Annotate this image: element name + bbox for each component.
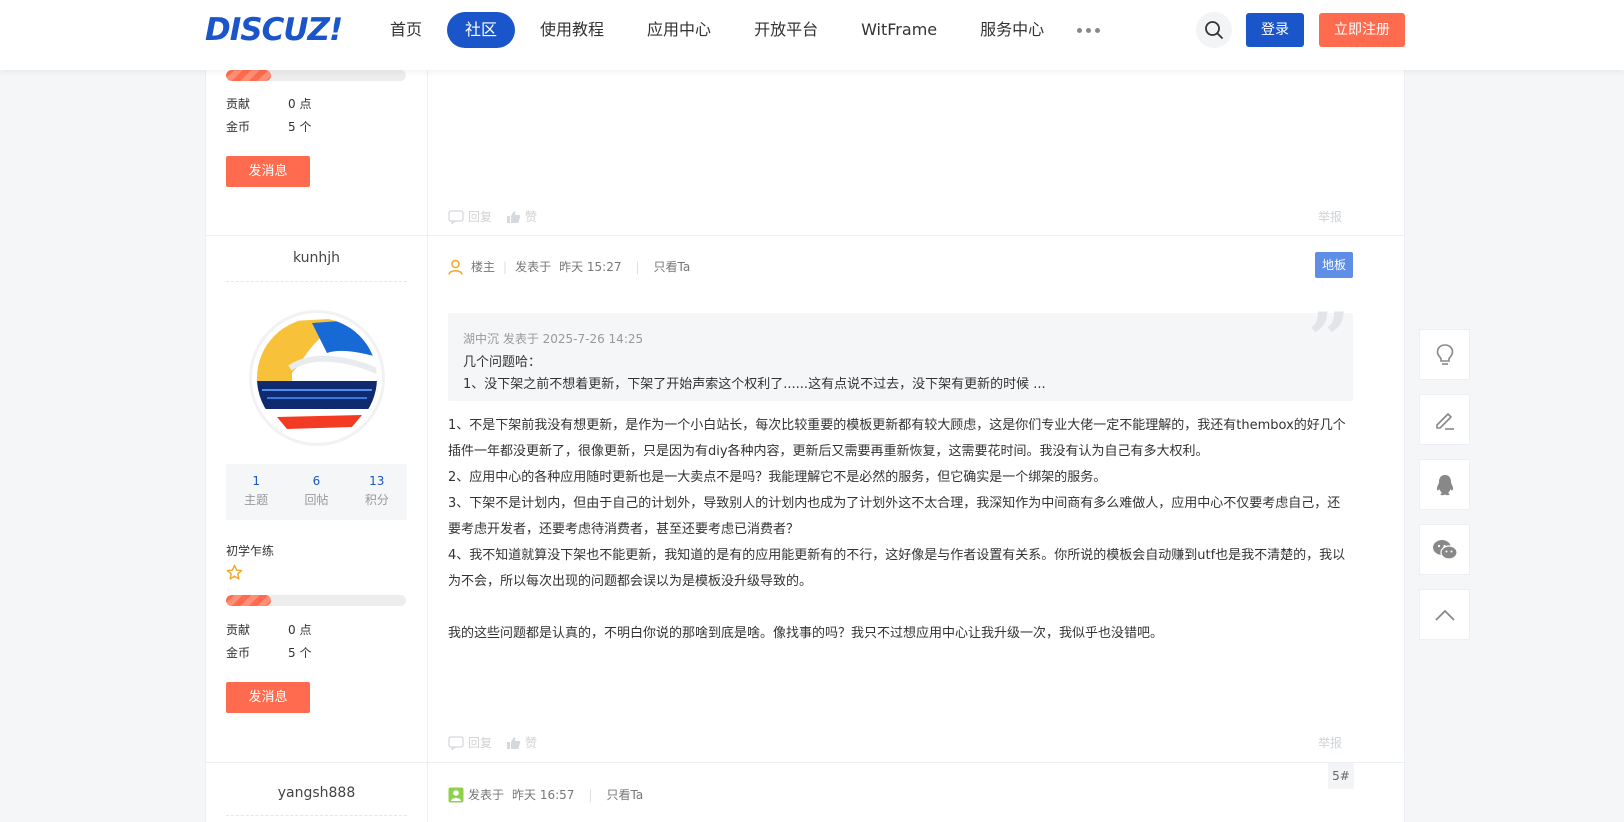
only-view-author-link[interactable]: 只看Ta <box>606 786 643 803</box>
only-view-author-link[interactable]: 只看Ta <box>654 258 691 275</box>
qq-icon <box>1436 474 1453 495</box>
post-body: 1、不是下架前我没有想更新，是作为一个小白站长，每次比较重要的模板更新都有较大顾… <box>448 413 1353 647</box>
quote-header[interactable]: 湖中沉 发表于 2025-7-26 14:25 <box>463 330 643 347</box>
divider <box>226 815 407 816</box>
login-button[interactable]: 登录 <box>1246 13 1304 47</box>
user-rank: 初学乍练 <box>226 544 275 558</box>
search-button[interactable] <box>1196 12 1232 48</box>
like-button[interactable]: 赞 <box>506 208 537 225</box>
author-name[interactable]: yangsh888 <box>206 785 427 801</box>
post-time: 昨天 15:27 <box>559 260 622 274</box>
user-badge-icon <box>448 787 464 802</box>
stat-threads[interactable]: 1 主题 <box>226 464 286 520</box>
wechat-icon <box>1432 539 1458 560</box>
more-icon[interactable] <box>1073 12 1103 48</box>
report-link[interactable]: 举报 <box>1318 208 1342 225</box>
post-paragraph: 2、应用中心的各种应用随时更新也是一大卖点不是吗？我能理解它不是必然的服务，但它… <box>448 470 1107 485</box>
post-actions: 回复 赞 <box>448 734 551 751</box>
thumbs-up-icon <box>507 736 521 749</box>
thread-container: 贡献 0 点 金币 5 个 发消息 回复 赞 举报 kunhjh 1 主题 6 … <box>205 70 1406 822</box>
stat-coins: 金币 5 个 <box>226 646 312 660</box>
level-progress-bar <box>226 595 406 606</box>
level-progress-bar <box>226 70 406 81</box>
report-link[interactable]: 举报 <box>1318 734 1342 751</box>
nav-item-tutorials[interactable]: 使用教程 <box>522 12 622 48</box>
site-header: DISCUZ! 首页 社区 使用教程 应用中心 开放平台 WitFrame 服务… <box>0 0 1624 70</box>
back-to-top-button[interactable] <box>1419 589 1470 640</box>
floating-toolbar <box>1419 329 1470 654</box>
post-time: 昨天 16:57 <box>512 788 575 802</box>
floor-number[interactable]: 5# <box>1328 763 1354 789</box>
nav-item-home[interactable]: 首页 <box>372 12 440 48</box>
thumbs-up-icon <box>507 210 521 223</box>
stat-points[interactable]: 13 积分 <box>347 464 407 520</box>
op-label: 楼主 <box>471 260 496 274</box>
post-paragraph: 1、不是下架前我没有想更新，是作为一个小白站长，每次比较重要的模板更新都有较大顾… <box>448 418 1346 459</box>
chevron-up-icon <box>1434 609 1455 621</box>
author-icon <box>448 259 463 275</box>
site-logo[interactable]: DISCUZ! <box>205 12 343 48</box>
nav-item-community[interactable]: 社区 <box>447 12 516 48</box>
avatar[interactable] <box>252 313 382 443</box>
qq-button[interactable] <box>1419 459 1470 510</box>
lightbulb-icon <box>1436 343 1453 365</box>
quote-line: 几个问题哈： <box>463 355 542 370</box>
user-stats-box: 1 主题 6 回帖 13 积分 <box>226 464 407 520</box>
floor-badge[interactable]: 地板 <box>1315 252 1353 278</box>
post-paragraph: 3、下架不是计划内，但由于自己的计划外，导致别人的计划内也成为了计划外这不太合理… <box>448 496 1341 537</box>
comment-icon <box>448 209 464 224</box>
post-meta: 楼主 | 发表于 昨天 15:27 | 只看Ta <box>448 258 690 275</box>
post-paragraph: 4、我不知道就算没下架也不能更新，我知道的是有的应用能更新有的不行，这好像是与作… <box>448 548 1346 589</box>
divider <box>226 281 407 282</box>
star-icon <box>226 564 243 585</box>
nav-item-witframe[interactable]: WitFrame <box>843 12 955 48</box>
column-divider <box>427 70 428 822</box>
send-message-button[interactable]: 发消息 <box>226 156 310 187</box>
reply-button[interactable]: 回复 <box>448 208 492 225</box>
send-message-button[interactable]: 发消息 <box>226 682 310 713</box>
like-button[interactable]: 赞 <box>506 734 537 751</box>
post-paragraph: 我的这些问题都是认真的，不明白你说的那啥到底是啥。像找事的吗？我只不过想应用中心… <box>448 626 1164 641</box>
nav-item-app-center[interactable]: 应用中心 <box>629 12 729 48</box>
post-actions: 回复 赞 <box>448 208 551 225</box>
nav-item-service-center[interactable]: 服务中心 <box>962 12 1062 48</box>
register-button[interactable]: 立即注册 <box>1319 13 1405 47</box>
main-nav: 首页 社区 使用教程 应用中心 开放平台 WitFrame 服务中心 <box>372 12 1103 48</box>
stat-contribution: 贡献 0 点 <box>226 623 312 637</box>
comment-icon <box>448 735 464 750</box>
reply-button[interactable]: 回复 <box>448 734 492 751</box>
nav-item-open-platform[interactable]: 开放平台 <box>736 12 836 48</box>
quote-line: 1、没下架之前不想着更新，下架了开始声索这个权利了......这有点说不过去，没… <box>463 377 1046 392</box>
post-separator <box>206 235 1406 236</box>
tips-button[interactable] <box>1419 329 1470 380</box>
post-meta: 发表于 昨天 16:57 | 只看Ta <box>448 786 643 803</box>
wechat-button[interactable] <box>1419 524 1470 575</box>
author-name[interactable]: kunhjh <box>206 250 427 266</box>
stat-replies[interactable]: 6 回帖 <box>286 464 346 520</box>
edit-button[interactable] <box>1419 394 1470 445</box>
stat-contribution: 贡献 0 点 <box>226 97 312 111</box>
pencil-icon <box>1435 412 1454 430</box>
search-icon <box>1205 21 1223 39</box>
post-separator <box>206 762 1406 763</box>
stat-coins: 金币 5 个 <box>226 120 312 134</box>
quote-mark-icon: ” <box>1308 296 1350 381</box>
quote-block: ” 湖中沉 发表于 2025-7-26 14:25 几个问题哈： 1、没下架之前… <box>448 303 1353 401</box>
